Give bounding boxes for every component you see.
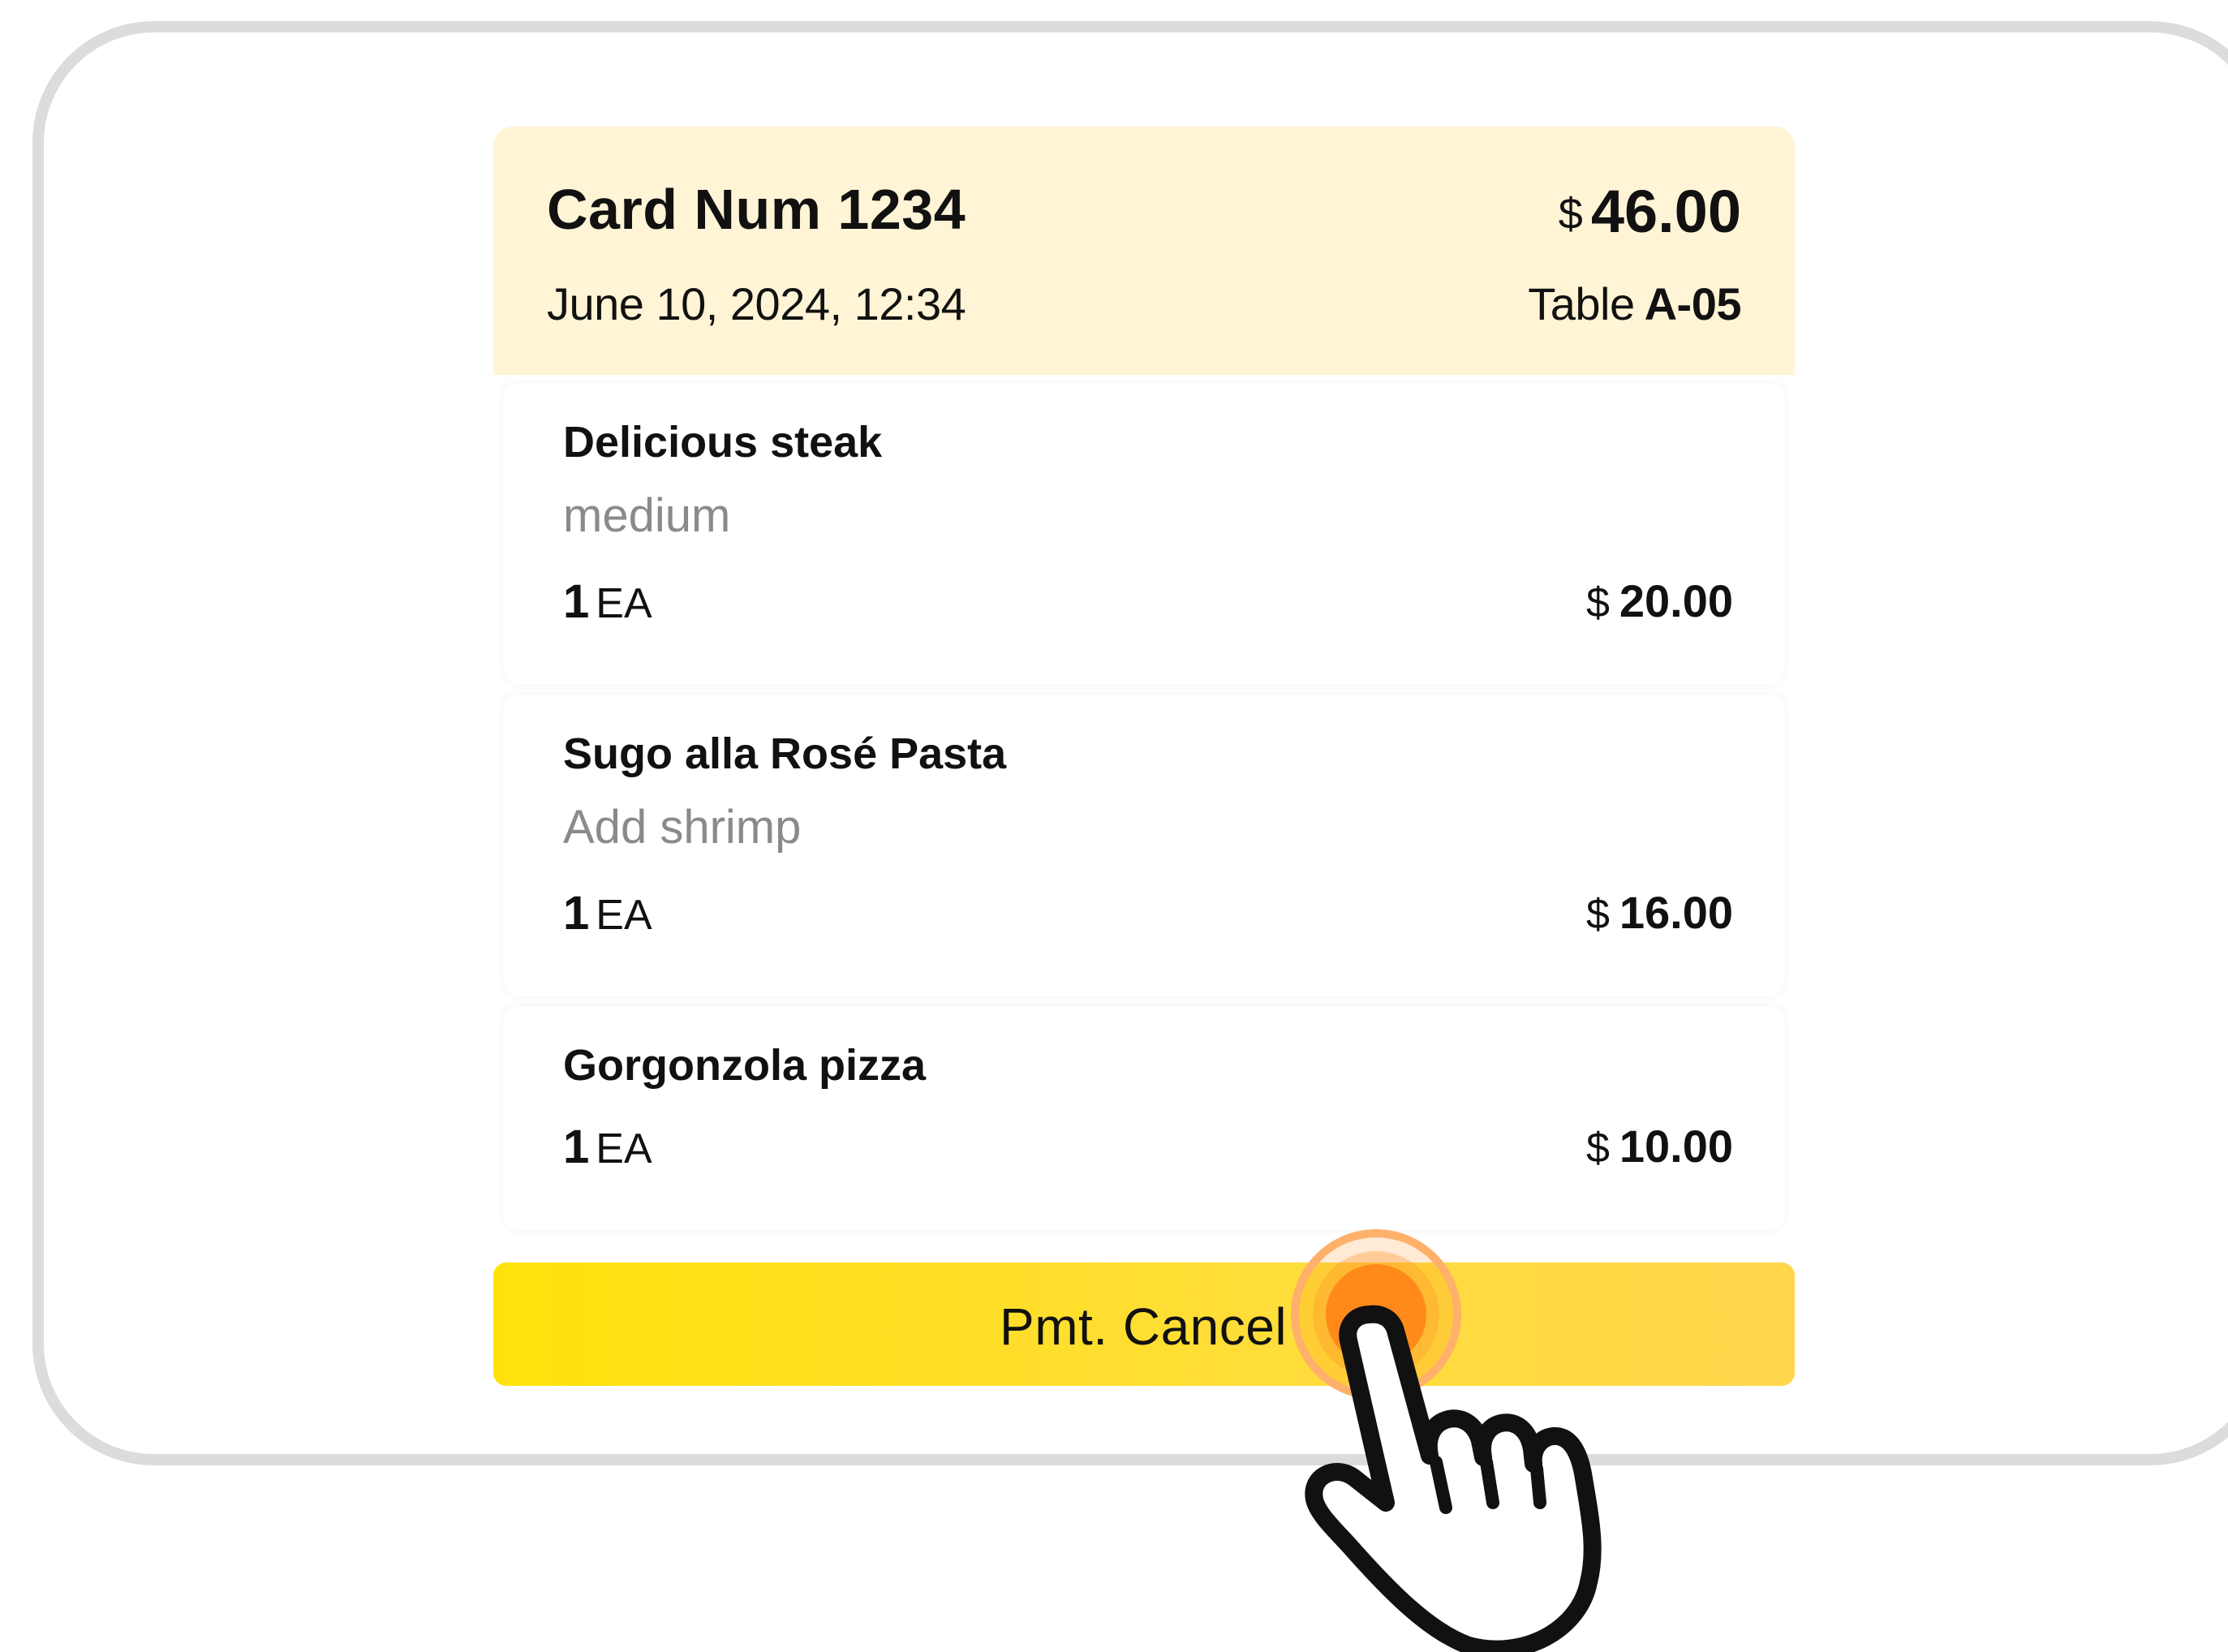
price-currency: $ xyxy=(1585,579,1610,626)
order-item: Delicious steak medium 1 EA $20.00 xyxy=(503,383,1785,685)
item-name: Delicious steak xyxy=(563,418,883,467)
card-number: Card Num 1234 xyxy=(547,178,966,241)
cancel-button-label: Pmt. Cancel xyxy=(1000,1297,1288,1356)
total-value: 46.00 xyxy=(1590,178,1741,245)
item-quantity: 1 EA xyxy=(563,574,652,629)
quantity-value: 1 xyxy=(563,575,590,628)
table-info: Table A-05 xyxy=(1528,277,1741,330)
table-id: A-05 xyxy=(1644,278,1742,329)
item-option: Add shrimp xyxy=(563,801,802,854)
order-item: Sugo alla Rosé Pasta Add shrimp 1 EA $16.… xyxy=(503,695,1785,996)
item-name: Sugo alla Rosé Pasta xyxy=(563,729,1007,778)
price-currency: $ xyxy=(1585,891,1610,938)
price-value: 20.00 xyxy=(1619,575,1733,626)
quantity-unit: EA xyxy=(596,580,652,627)
price-value: 16.00 xyxy=(1619,887,1733,938)
price-value: 10.00 xyxy=(1619,1121,1733,1172)
item-quantity: 1 EA xyxy=(563,1120,652,1174)
order-datetime: June 10, 2024, 12:34 xyxy=(547,278,966,329)
price-currency: $ xyxy=(1585,1125,1610,1172)
item-quantity: 1 EA xyxy=(563,886,652,940)
item-price: $20.00 xyxy=(1586,574,1733,627)
order-item: Gorgonzola pizza 1 EA $10.00 xyxy=(503,1006,1785,1230)
quantity-value: 1 xyxy=(563,887,590,940)
total-currency: $ xyxy=(1558,190,1583,239)
item-price: $10.00 xyxy=(1586,1120,1733,1172)
item-price: $16.00 xyxy=(1586,886,1733,939)
total-amount: $46.00 xyxy=(1559,177,1741,246)
quantity-unit: EA xyxy=(596,1125,652,1172)
quantity-unit: EA xyxy=(596,892,652,939)
table-prefix: Table xyxy=(1528,278,1635,329)
quantity-value: 1 xyxy=(563,1121,590,1173)
receipt-header: Card Num 1234 $46.00 June 10, 2024, 12:3… xyxy=(493,127,1795,375)
item-name: Gorgonzola pizza xyxy=(563,1041,927,1090)
item-option: medium xyxy=(563,489,731,542)
hand-pointer-icon xyxy=(1305,1305,1602,1652)
